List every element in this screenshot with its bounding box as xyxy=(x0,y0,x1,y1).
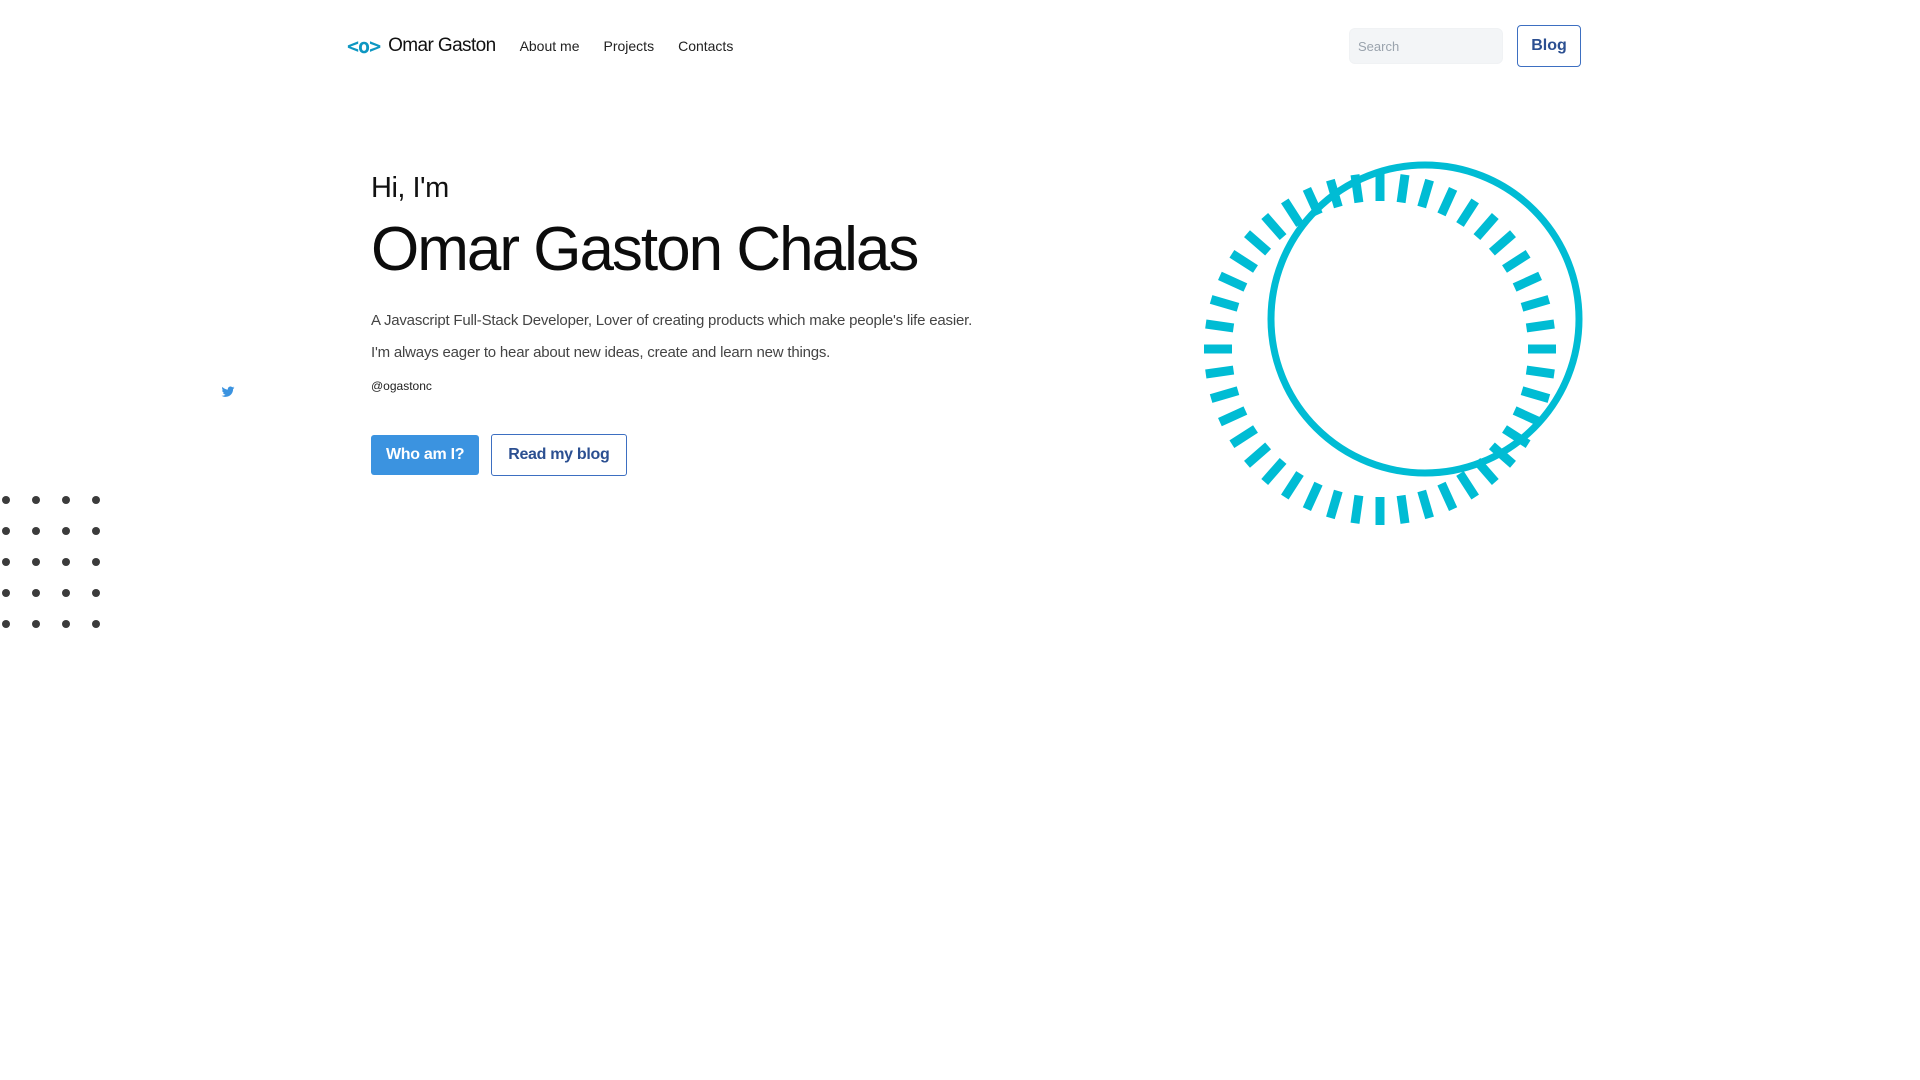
nav-link-projects[interactable]: Projects xyxy=(604,38,655,54)
ring-tick xyxy=(1417,489,1434,520)
ring-tick xyxy=(1396,174,1410,204)
ring-tick xyxy=(1456,198,1479,227)
decorative-dot xyxy=(92,589,100,597)
nav-link-about-me[interactable]: About me xyxy=(520,38,580,54)
decorative-dot xyxy=(92,558,100,566)
decorative-dot xyxy=(2,620,10,628)
decorative-dot-grid xyxy=(0,494,104,630)
decorative-dot xyxy=(62,527,70,535)
ring-tick xyxy=(1261,213,1287,241)
ring-tick xyxy=(1488,230,1516,256)
ring-tick xyxy=(1512,271,1542,292)
ring-tick xyxy=(1209,295,1240,312)
decorative-ring-graphic xyxy=(1204,161,1583,525)
brand-logo-link[interactable]: <o> Omar Gaston xyxy=(347,34,496,58)
ring-tick xyxy=(1205,319,1235,333)
top-navbar: <o> Omar Gaston About me Projects Contac… xyxy=(347,24,1581,68)
ring-tick xyxy=(1261,457,1287,485)
ring-tick xyxy=(1473,213,1499,241)
ring-tick xyxy=(1437,187,1458,217)
blog-button[interactable]: Blog xyxy=(1517,25,1581,67)
decorative-dot xyxy=(92,527,100,535)
ring-tick xyxy=(1350,494,1364,524)
ring-tick xyxy=(1520,386,1551,403)
ring-tick xyxy=(1229,425,1258,448)
who-am-i-button[interactable]: Who am I? xyxy=(371,435,480,475)
hero-description: A Javascript Full-Stack Developer, Lover… xyxy=(371,305,1071,369)
page: <o> Omar Gaston About me Projects Contac… xyxy=(0,0,1920,1080)
decorative-dot xyxy=(32,558,40,566)
ring-tick xyxy=(1218,271,1248,292)
decorative-dot xyxy=(92,496,100,504)
hero-section: Hi, I'm Omar Gaston Chalas A Javascript … xyxy=(371,172,1071,476)
nav-link-contacts[interactable]: Contacts xyxy=(678,38,733,54)
decorative-dot xyxy=(32,496,40,504)
cta-row: Who am I? Read my blog xyxy=(371,434,1071,476)
ring-tick xyxy=(1520,295,1551,312)
hero-title: Omar Gaston Chalas xyxy=(371,215,919,284)
decorative-dot xyxy=(62,620,70,628)
decorative-dot xyxy=(2,558,10,566)
ring-tick xyxy=(1205,365,1235,379)
ring-tick xyxy=(1502,250,1531,273)
ring-tick xyxy=(1229,250,1258,273)
decorative-dot xyxy=(62,496,70,504)
brand-name: Omar Gaston xyxy=(388,35,496,56)
read-my-blog-button[interactable]: Read my blog xyxy=(491,434,627,476)
hero-greeting: Hi, I'm xyxy=(371,172,449,204)
solid-ring xyxy=(1267,161,1583,477)
decorative-dot xyxy=(32,589,40,597)
ring-tick xyxy=(1525,365,1555,379)
ring-tick xyxy=(1396,494,1410,524)
ring-tick xyxy=(1244,230,1272,256)
decorative-dot xyxy=(92,620,100,628)
search-input[interactable] xyxy=(1349,28,1503,64)
twitter-handle: @ogastonc xyxy=(371,379,432,393)
ring-tick xyxy=(1209,386,1240,403)
ring-tick xyxy=(1456,471,1479,500)
ring-tick xyxy=(1525,319,1555,333)
decorative-dot xyxy=(2,589,10,597)
ring-tick xyxy=(1244,442,1272,468)
decorative-dot xyxy=(32,620,40,628)
dashed-ring xyxy=(1204,173,1556,525)
ring-tick xyxy=(1302,481,1323,511)
decorative-dot xyxy=(32,527,40,535)
ring-tick xyxy=(1281,471,1304,500)
ring-tick xyxy=(1281,198,1304,227)
hero-description-line-1: A Javascript Full-Stack Developer, Lover… xyxy=(371,312,973,329)
decorative-dot xyxy=(2,496,10,504)
code-brackets-icon: <o> xyxy=(347,34,381,58)
ring-tick xyxy=(1326,489,1343,520)
decorative-dot xyxy=(62,589,70,597)
decorative-dot xyxy=(62,558,70,566)
decorative-dot xyxy=(2,527,10,535)
nav-links: About me Projects Contacts xyxy=(520,38,734,54)
ring-tick xyxy=(1437,481,1458,511)
ring-tick xyxy=(1417,178,1434,209)
hero-description-line-2: I'm always eager to hear about new ideas… xyxy=(371,344,831,361)
ring-tick xyxy=(1218,406,1248,427)
nav-right: Blog xyxy=(1349,25,1581,67)
twitter-icon[interactable] xyxy=(221,385,235,399)
